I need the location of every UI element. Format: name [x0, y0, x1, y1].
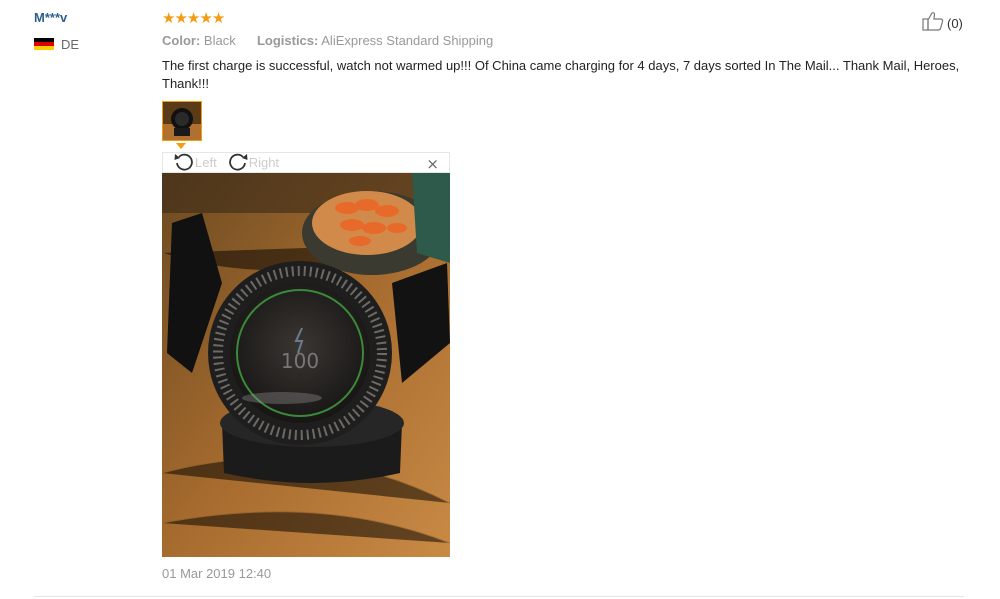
country-code: DE [61, 36, 80, 52]
rotate-right-icon[interactable] [227, 151, 249, 174]
germany-flag-icon [34, 37, 54, 51]
close-icon[interactable]: × [426, 155, 439, 173]
review-text: The first charge is successful, watch no… [162, 58, 960, 91]
logistics-value: AliExpress Standard Shipping [321, 33, 494, 48]
rotate-right-label[interactable]: Right [249, 155, 279, 170]
reviewer-name: M***v [34, 10, 68, 25]
review-meta: Color: Black Logistics: AliExpress Stand… [162, 33, 493, 48]
star-icon: ★ [186, 9, 201, 27]
color-value: Black [203, 33, 236, 48]
logistics-label: Logistics: [256, 33, 319, 48]
helpful-count: (0) [947, 15, 963, 31]
review-divider [34, 596, 964, 597]
thumbs-up-icon[interactable] [922, 11, 944, 35]
helpful-button[interactable]: (0) [922, 11, 963, 35]
rotate-left-button[interactable]: Left [173, 151, 217, 174]
review-photo-thumbnail[interactable] [162, 101, 202, 141]
star-icon: ★ [199, 9, 213, 27]
review-date: 01 Mar 2019 12:40 [162, 566, 272, 581]
rotate-left-label[interactable]: Left [195, 155, 217, 170]
star-icon: ★ [211, 9, 226, 27]
star-icon: ★ [174, 9, 188, 27]
star-rating: ★ ★ ★ ★ ★ [162, 9, 226, 27]
image-viewer-toolbar: Left Right × [162, 152, 450, 173]
color-label: Color: [162, 33, 201, 48]
review-photo: 100 [162, 173, 450, 557]
watch-display-text: 100 [281, 349, 319, 373]
flag-stripe-gold [34, 46, 54, 51]
star-icon: ★ [162, 9, 176, 27]
rotate-left-icon[interactable] [173, 151, 195, 174]
thumbnail-pointer [176, 143, 186, 149]
reviewer-country: DE [34, 36, 80, 52]
rotate-right-button[interactable]: Right [227, 151, 279, 174]
